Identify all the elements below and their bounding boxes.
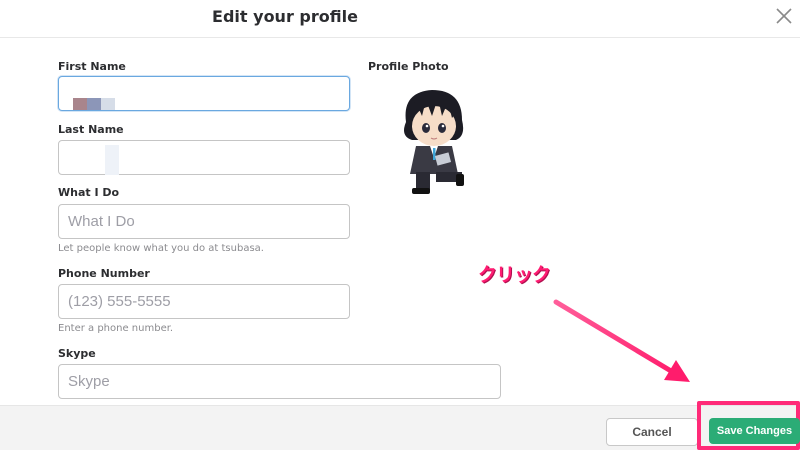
close-icon[interactable]	[772, 4, 796, 28]
what-i-do-help: Let people know what you do at tsubasa.	[58, 243, 264, 254]
modal-footer: Cancel	[0, 405, 800, 450]
last-name-label: Last Name	[58, 123, 124, 136]
redacted-first-name	[73, 95, 115, 110]
what-i-do-label: What I Do	[58, 186, 120, 199]
cancel-button[interactable]: Cancel	[606, 418, 698, 446]
last-name-field[interactable]	[58, 140, 350, 175]
skype-field[interactable]	[58, 364, 501, 399]
modal-title: Edit your profile	[212, 7, 358, 26]
click-annotation-text: クリック	[478, 264, 551, 286]
save-changes-button[interactable]: Save Changes	[709, 418, 800, 444]
what-i-do-field[interactable]	[58, 204, 350, 239]
phone-field[interactable]	[58, 284, 350, 319]
phone-label: Phone Number	[58, 267, 150, 280]
phone-help: Enter a phone number.	[58, 323, 174, 334]
profile-photo-label: Profile Photo	[368, 60, 449, 73]
modal-header: Edit your profile	[0, 0, 800, 38]
skype-label: Skype	[58, 347, 96, 360]
profile-photo-avatar[interactable]	[392, 84, 476, 196]
first-name-label: First Name	[58, 60, 126, 73]
redacted-last-name	[105, 145, 119, 175]
